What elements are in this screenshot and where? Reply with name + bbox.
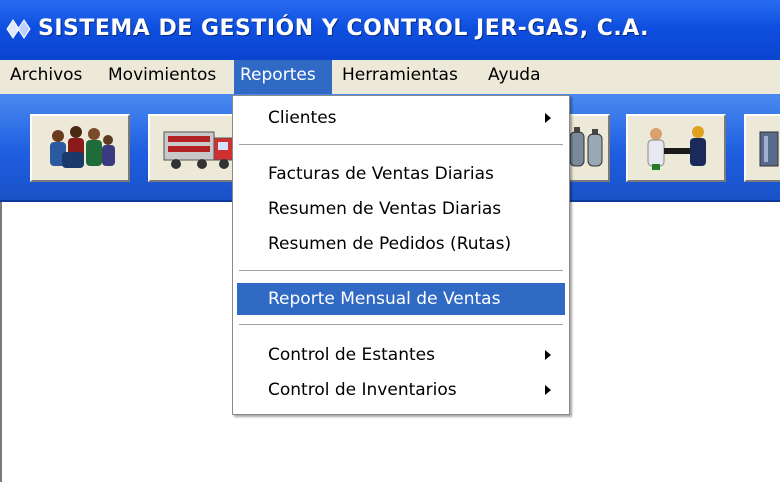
menu-item-label: Clientes [268, 108, 337, 128]
toolbar-button-clientes[interactable] [30, 114, 130, 182]
submenu-arrow-icon [545, 113, 551, 123]
window-title: SISTEMA DE GESTIÓN Y CONTROL JER-GAS, C.… [38, 16, 650, 41]
menu-herramientas[interactable]: Herramientas [336, 60, 464, 94]
title-bar: SISTEMA DE GESTIÓN Y CONTROL JER-GAS, C.… [0, 0, 780, 60]
menu-item-label: Control de Estantes [268, 345, 435, 365]
menu-item-resumen-pedidos-rutas[interactable]: Resumen de Pedidos (Rutas) [237, 228, 565, 260]
submenu-arrow-icon [545, 350, 551, 360]
toolbar-button-distribucion[interactable] [626, 114, 726, 182]
app-diamond-icon [6, 19, 31, 39]
menu-item-label: Reporte Mensual de Ventas [268, 289, 501, 309]
menu-item-label: Resumen de Pedidos (Rutas) [268, 234, 512, 254]
menu-separator [239, 324, 563, 326]
menu-item-label: Control de Inventarios [268, 380, 457, 400]
menu-item-resumen-ventas-diarias[interactable]: Resumen de Ventas Diarias [237, 193, 565, 225]
menu-movimientos[interactable]: Movimientos [102, 60, 222, 94]
menu-separator [239, 270, 563, 272]
menu-reportes[interactable]: Reportes [234, 60, 332, 94]
reportes-dropdown-menu: Clientes Facturas de Ventas Diarias Resu… [232, 95, 570, 415]
people-group-icon [50, 126, 115, 168]
menu-ayuda[interactable]: Ayuda [482, 60, 547, 94]
submenu-arrow-icon [545, 385, 551, 395]
menu-archivos[interactable]: Archivos [4, 60, 88, 94]
cylinder-partial-icon [759, 131, 779, 167]
menu-item-label: Resumen de Ventas Diarias [268, 199, 502, 219]
menu-item-reporte-mensual-ventas[interactable]: Reporte Mensual de Ventas [237, 283, 565, 315]
menu-item-control-inventarios[interactable]: Control de Inventarios [237, 374, 565, 406]
menu-item-clientes[interactable]: Clientes [237, 102, 565, 134]
menu-bar: Archivos Movimientos Reportes Herramient… [0, 60, 780, 95]
toolbar-button-inventario[interactable] [744, 114, 780, 182]
menu-item-control-estantes[interactable]: Control de Estantes [237, 339, 565, 371]
menu-separator [239, 144, 563, 146]
menu-item-facturas-ventas-diarias[interactable]: Facturas de Ventas Diarias [237, 158, 565, 190]
menu-item-label: Facturas de Ventas Diarias [268, 164, 494, 184]
handshake-workers-icon [647, 126, 706, 170]
